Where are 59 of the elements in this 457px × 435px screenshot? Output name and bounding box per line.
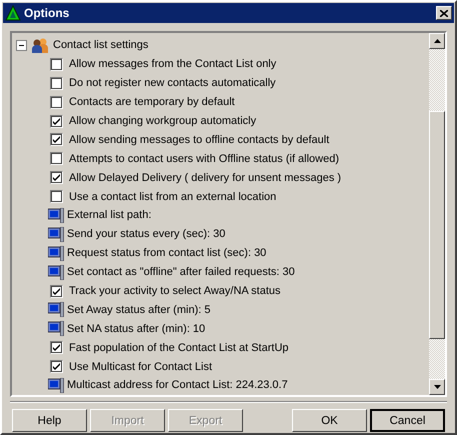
checkbox[interactable] [50, 76, 63, 90]
check-icon [53, 288, 60, 295]
monitor-icon [48, 302, 65, 318]
check-icon [53, 136, 60, 144]
checkbox[interactable] [50, 58, 63, 71]
collapse-toggle[interactable] [16, 40, 27, 51]
close-button[interactable] [436, 6, 452, 20]
setting-label: Allow changing workgroup automaticly [69, 115, 256, 127]
setting-label: Allow Delayed Delivery ( delivery for unsent messages ) [69, 172, 342, 184]
caret-down-icon [434, 385, 440, 389]
setting-label: Use Multicast for Contact List [69, 360, 212, 373]
check-icon [53, 174, 60, 182]
scroll-thumb[interactable] [429, 111, 445, 339]
close-icon [440, 10, 448, 16]
setting-label: Multicast address for Contact List: 224.23.0.7 [67, 379, 288, 392]
monitor-icon [48, 378, 65, 393]
setting-label: Track your activity to select Away/NA status [69, 285, 281, 298]
checkbox[interactable] [50, 190, 63, 204]
minus-icon [19, 42, 24, 48]
setting-label: Send your status every (sec): 30 [67, 228, 226, 240]
caret-up-icon [434, 39, 440, 43]
monitor-icon [48, 321, 65, 336]
monitor-icon [48, 264, 65, 280]
checkbox[interactable] [50, 341, 63, 354]
checkbox[interactable] [50, 114, 63, 128]
check-icon [53, 118, 60, 124]
monitor-icon [48, 226, 65, 242]
setting-label: Request status from contact list (sec): 30 [67, 247, 266, 260]
setting-label: Do not register new contacts automatically [69, 77, 276, 90]
scroll-up-button[interactable] [429, 33, 445, 49]
setting-label: Set Away status after (min): 5 [67, 304, 210, 316]
setting-label: Use a contact list from an external location [69, 190, 276, 203]
checkbox[interactable] [50, 171, 63, 184]
setting-label: Contacts are temporary by default [69, 96, 235, 108]
check-icon [53, 344, 60, 352]
setting-label: Set contact as "offline" after failed requests: 30 [67, 266, 295, 278]
dialog-button[interactable]: Help [12, 409, 87, 432]
check-icon [53, 363, 60, 370]
dialog-button[interactable]: OK [292, 409, 367, 432]
setting-label: Allow sending messages to offline contacts by default [69, 134, 330, 146]
checkbox[interactable] [50, 284, 63, 298]
contacts-icon [31, 37, 49, 54]
setting-label: Set NA status after (min): 10 [67, 322, 206, 335]
checkbox[interactable] [50, 133, 63, 146]
dialog-button[interactable]: Cancel [370, 409, 445, 432]
checkbox[interactable] [50, 360, 63, 374]
setting-label: Fast population of the Contact List at StartUp [69, 342, 289, 354]
group-label: Contact list settings [53, 39, 148, 52]
setting-label: External list path: [67, 209, 152, 222]
scroll-down-button[interactable] [429, 379, 445, 395]
window-title: Options [24, 6, 70, 20]
monitor-icon [48, 246, 65, 261]
scrollbar[interactable] [429, 33, 445, 395]
checkbox[interactable] [50, 152, 63, 166]
checkbox[interactable] [50, 96, 63, 109]
setting-label: Allow messages from the Contact List only [69, 58, 276, 70]
triangle-logo-icon [5, 5, 21, 21]
setting-label: Attempts to contact users with Offline status (if allowed) [69, 152, 340, 165]
monitor-icon [48, 208, 65, 223]
